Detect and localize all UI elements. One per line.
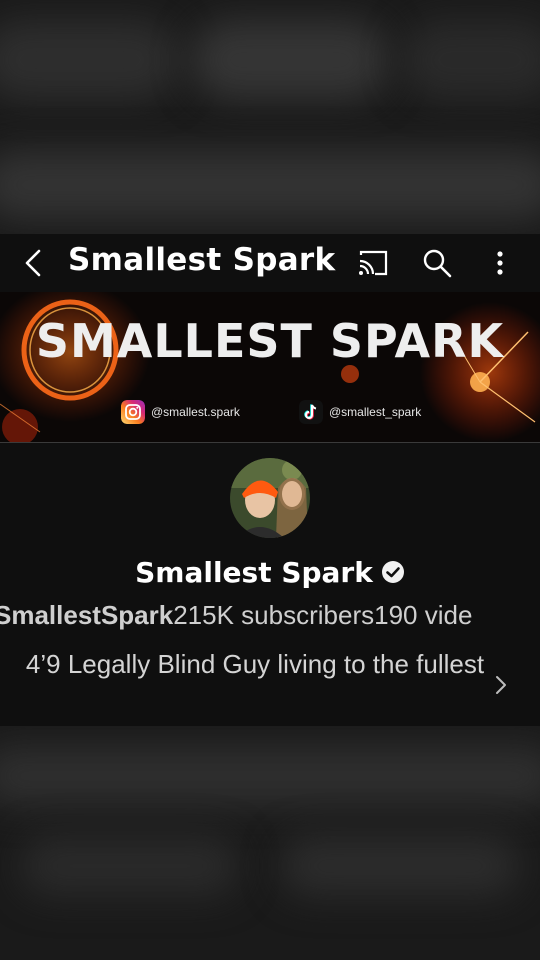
back-arrow-icon[interactable] [18, 247, 50, 279]
channel-name: Smallest Spark [135, 556, 373, 589]
verified-check-icon [381, 561, 404, 583]
instagram-link: @smallest.spark [121, 400, 240, 424]
tiktok-icon [299, 400, 323, 424]
chevron-right-icon[interactable] [492, 672, 510, 698]
banner-divider [0, 442, 540, 443]
tiktok-handle: @smallest_spark [329, 405, 422, 419]
cast-icon[interactable] [357, 249, 389, 277]
tiktok-link: @smallest_spark [299, 400, 421, 424]
instagram-handle: @smallest.spark [151, 405, 240, 419]
channel-handle: SmallestSpark [0, 600, 174, 630]
top-app-bar: Smallest Spark [0, 234, 540, 292]
more-vertical-icon[interactable] [488, 247, 512, 279]
video-count: 190 vide [374, 600, 473, 630]
blurred-background-bottom [0, 726, 540, 960]
channel-description[interactable]: 4’9 Legally Blind Guy living to the full… [20, 644, 490, 684]
avatar-photo [230, 458, 310, 538]
channel-meta: SmallestSpark215K subscribers190 vide [0, 600, 540, 631]
channel-card: Smallest Spark SMALLEST SPARK @smallest.… [0, 234, 540, 726]
search-icon[interactable] [421, 247, 453, 279]
subscriber-count: 215K subscribers [173, 600, 375, 630]
banner-title: SMALLEST SPARK [35, 314, 505, 368]
channel-banner: SMALLEST SPARK @smallest.spark @smallest… [0, 292, 540, 442]
page-title: Smallest Spark [68, 242, 336, 278]
channel-name-row: Smallest Spark [0, 556, 540, 589]
instagram-icon [121, 400, 145, 424]
channel-avatar[interactable] [230, 458, 310, 538]
blurred-background-top [0, 0, 540, 234]
